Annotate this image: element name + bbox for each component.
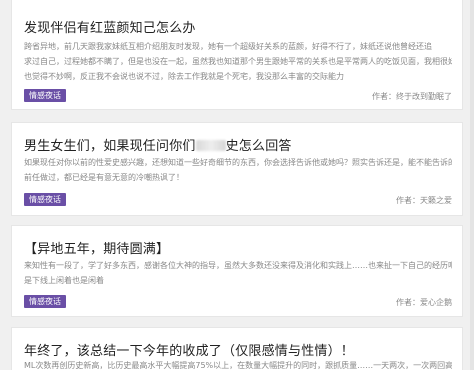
post-title[interactable]: 年终了，该总结一下今年的收成了（仅限感情与性情）！ (24, 340, 354, 359)
post-feed: 发现伴侣有红蓝颜知己怎么办 跨省异地，前几天跟我家妹纸互相介绍朋友时发现，她有一… (0, 0, 474, 370)
post-title[interactable]: 【异地五年，期待圆满】 (24, 238, 169, 257)
category-tag[interactable]: 情感夜话 (24, 295, 66, 308)
censored-blur (195, 140, 226, 151)
post-author[interactable]: 作者：爱心企鹅 (396, 297, 452, 308)
excerpt-line: 如果现任对你以前的性爱史感兴趣，还想知道一些好奇细节的东西，你会选择告诉他或她吗… (24, 158, 452, 167)
post-card[interactable]: 男生女生们，如果现任问你们 史怎么回答 如果现任对你以前的性爱史感兴趣，还想知道一… (11, 122, 463, 216)
excerpt-line: ML次数再创历史新高，比历史最高水平大幅提高75%以上，在数量大幅提升的同时，跟… (24, 361, 452, 370)
post-author[interactable]: 作者：终于改到勤眠了 (372, 91, 452, 102)
excerpt-line: 求过自己，过程她都不瞒了，但是也没在一起，虽然我也知道那个男生跟她平常的关系也是… (24, 57, 452, 66)
post-excerpt: 来知性有一段了，学了好多东西，感谢各位大神的指导，虽然大多数还没来得及消化和实践… (24, 258, 452, 288)
category-tag[interactable]: 情感夜话 (24, 89, 66, 102)
post-title[interactable]: 发现伴侣有红蓝颜知己怎么办 (24, 17, 196, 36)
post-title-text: 男生女生们，如果现任问你们 (24, 139, 196, 154)
post-title-text: 史怎么回答 (225, 139, 292, 154)
post-excerpt: 如果现任对你以前的性爱史感兴趣，还想知道一些好奇细节的东西，你会选择告诉他或她吗… (24, 155, 452, 185)
excerpt-line: 前任做过，都已经是有意无意的冷嘲热讽了！ (24, 173, 184, 182)
post-excerpt: 跨省异地，前几天跟我家妹纸互相介绍朋友时发现，她有一个超级好关系的蓝颜，好得不行… (24, 39, 452, 84)
post-card[interactable]: 年终了，该总结一下今年的收成了（仅限感情与性情）！ ML次数再创历史新高，比历史… (11, 327, 463, 370)
post-excerpt: ML次数再创历史新高，比历史最高水平大幅提高75%以上，在数量大幅提升的同时，跟… (24, 358, 452, 370)
excerpt-line: 是下线上闲着也是闲着 (24, 276, 104, 285)
scrollbar[interactable] (470, 0, 474, 370)
excerpt-line: 跨省异地，前几天跟我家妹纸互相介绍朋友时发现，她有一个超级好关系的蓝颜，好得不行… (24, 42, 432, 51)
post-title[interactable]: 男生女生们，如果现任问你们 史怎么回答 (24, 135, 292, 154)
post-author[interactable]: 作者：天籁之爱 (396, 195, 452, 206)
excerpt-line: 也觉得不妙啊，反正我不会说也说不过，除去工作我就是个死宅，我没那么丰富的交际能力 (24, 72, 344, 81)
post-card[interactable]: 【异地五年，期待圆满】 来知性有一段了，学了好多东西，感谢各位大神的指导，虽然大… (11, 225, 463, 317)
post-card[interactable]: 发现伴侣有红蓝颜知己怎么办 跨省异地，前几天跟我家妹纸互相介绍朋友时发现，她有一… (11, 0, 463, 110)
excerpt-line: 来知性有一段了，学了好多东西，感谢各位大神的指导，虽然大多数还没来得及消化和实践… (24, 261, 452, 270)
category-tag[interactable]: 情感夜话 (24, 193, 66, 206)
